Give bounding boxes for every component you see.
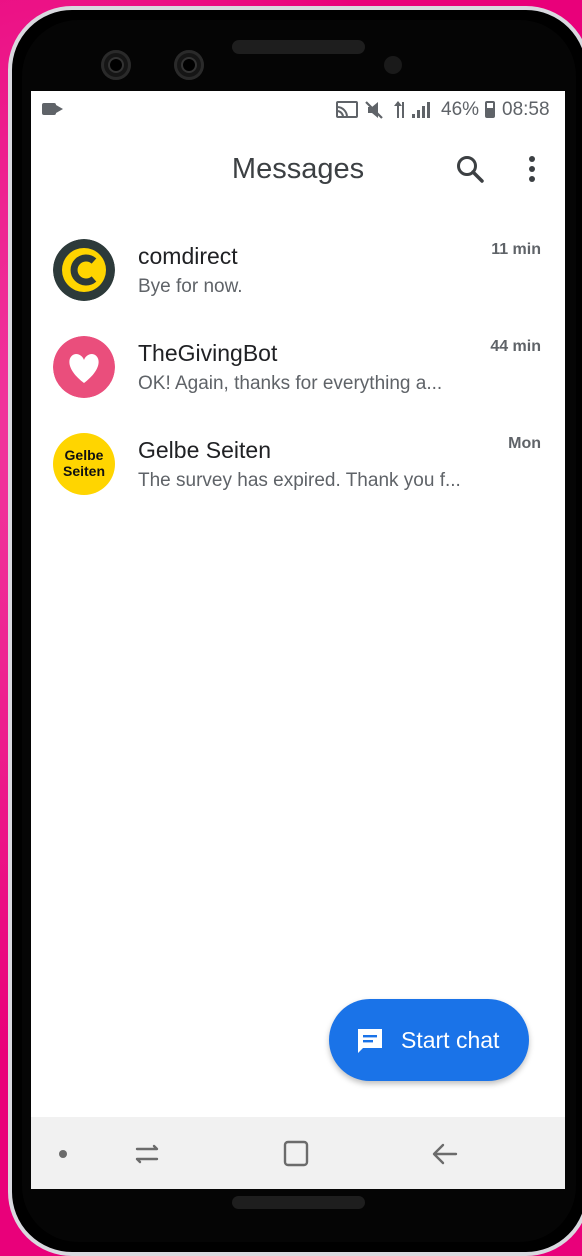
clock: 08:58 xyxy=(502,99,550,120)
back-icon[interactable] xyxy=(429,1139,461,1169)
battery-icon xyxy=(485,101,495,118)
conversation-item-thegivingbot[interactable]: TheGivingBot OK! Again, thanks for every… xyxy=(31,318,565,415)
conversation-name: comdirect xyxy=(138,243,238,269)
bottom-speaker xyxy=(232,1196,365,1209)
recents-icon[interactable] xyxy=(131,1139,163,1169)
battery-percent: 46% xyxy=(441,99,480,120)
conversation-item-gelbe-seiten[interactable]: Gelbe Seiten Gelbe Seiten The survey has… xyxy=(31,415,565,512)
status-bar: 46% 08:58 xyxy=(31,91,565,129)
conversation-item-comdirect[interactable]: comdirect Bye for now. 11 min xyxy=(31,221,565,318)
screen: 46% 08:58 Messages comdirect Bye for now… xyxy=(31,91,565,1189)
conversation-name: TheGivingBot xyxy=(138,340,278,366)
start-chat-button[interactable]: Start chat xyxy=(329,999,529,1081)
status-icons xyxy=(336,101,430,119)
home-icon[interactable] xyxy=(280,1139,312,1169)
thegivingbot-logo xyxy=(53,336,115,398)
more-vert-icon[interactable] xyxy=(519,151,545,187)
earpiece-speaker xyxy=(232,40,365,54)
proximity-sensor xyxy=(384,56,402,74)
conversation-time: 11 min xyxy=(491,241,541,258)
data-arrows-icon xyxy=(394,101,404,118)
conversation-snippet: The survey has expired. Thank you f... xyxy=(138,470,461,491)
signal-icon xyxy=(412,102,430,118)
conversation-snippet: Bye for now. xyxy=(138,276,243,297)
iris-scanner-icon xyxy=(174,50,204,80)
conversation-name: Gelbe Seiten xyxy=(138,437,271,463)
gelbe-seiten-logo: Gelbe Seiten xyxy=(53,433,115,495)
navigation-bar xyxy=(31,1117,565,1189)
conversation-time: Mon xyxy=(508,435,541,452)
app-bar: Messages xyxy=(31,129,565,211)
conversation-snippet: OK! Again, thanks for everything a... xyxy=(138,373,443,394)
start-chat-label: Start chat xyxy=(401,1027,500,1053)
mute-icon xyxy=(365,101,383,119)
nav-indicator-dot xyxy=(59,1150,67,1158)
front-camera-icon xyxy=(101,50,131,80)
cast-icon xyxy=(336,101,358,118)
conversation-time: 44 min xyxy=(490,338,541,355)
chat-icon xyxy=(358,1029,382,1053)
search-icon[interactable] xyxy=(452,151,488,187)
video-camera-icon xyxy=(42,103,63,115)
comdirect-logo xyxy=(53,239,115,301)
